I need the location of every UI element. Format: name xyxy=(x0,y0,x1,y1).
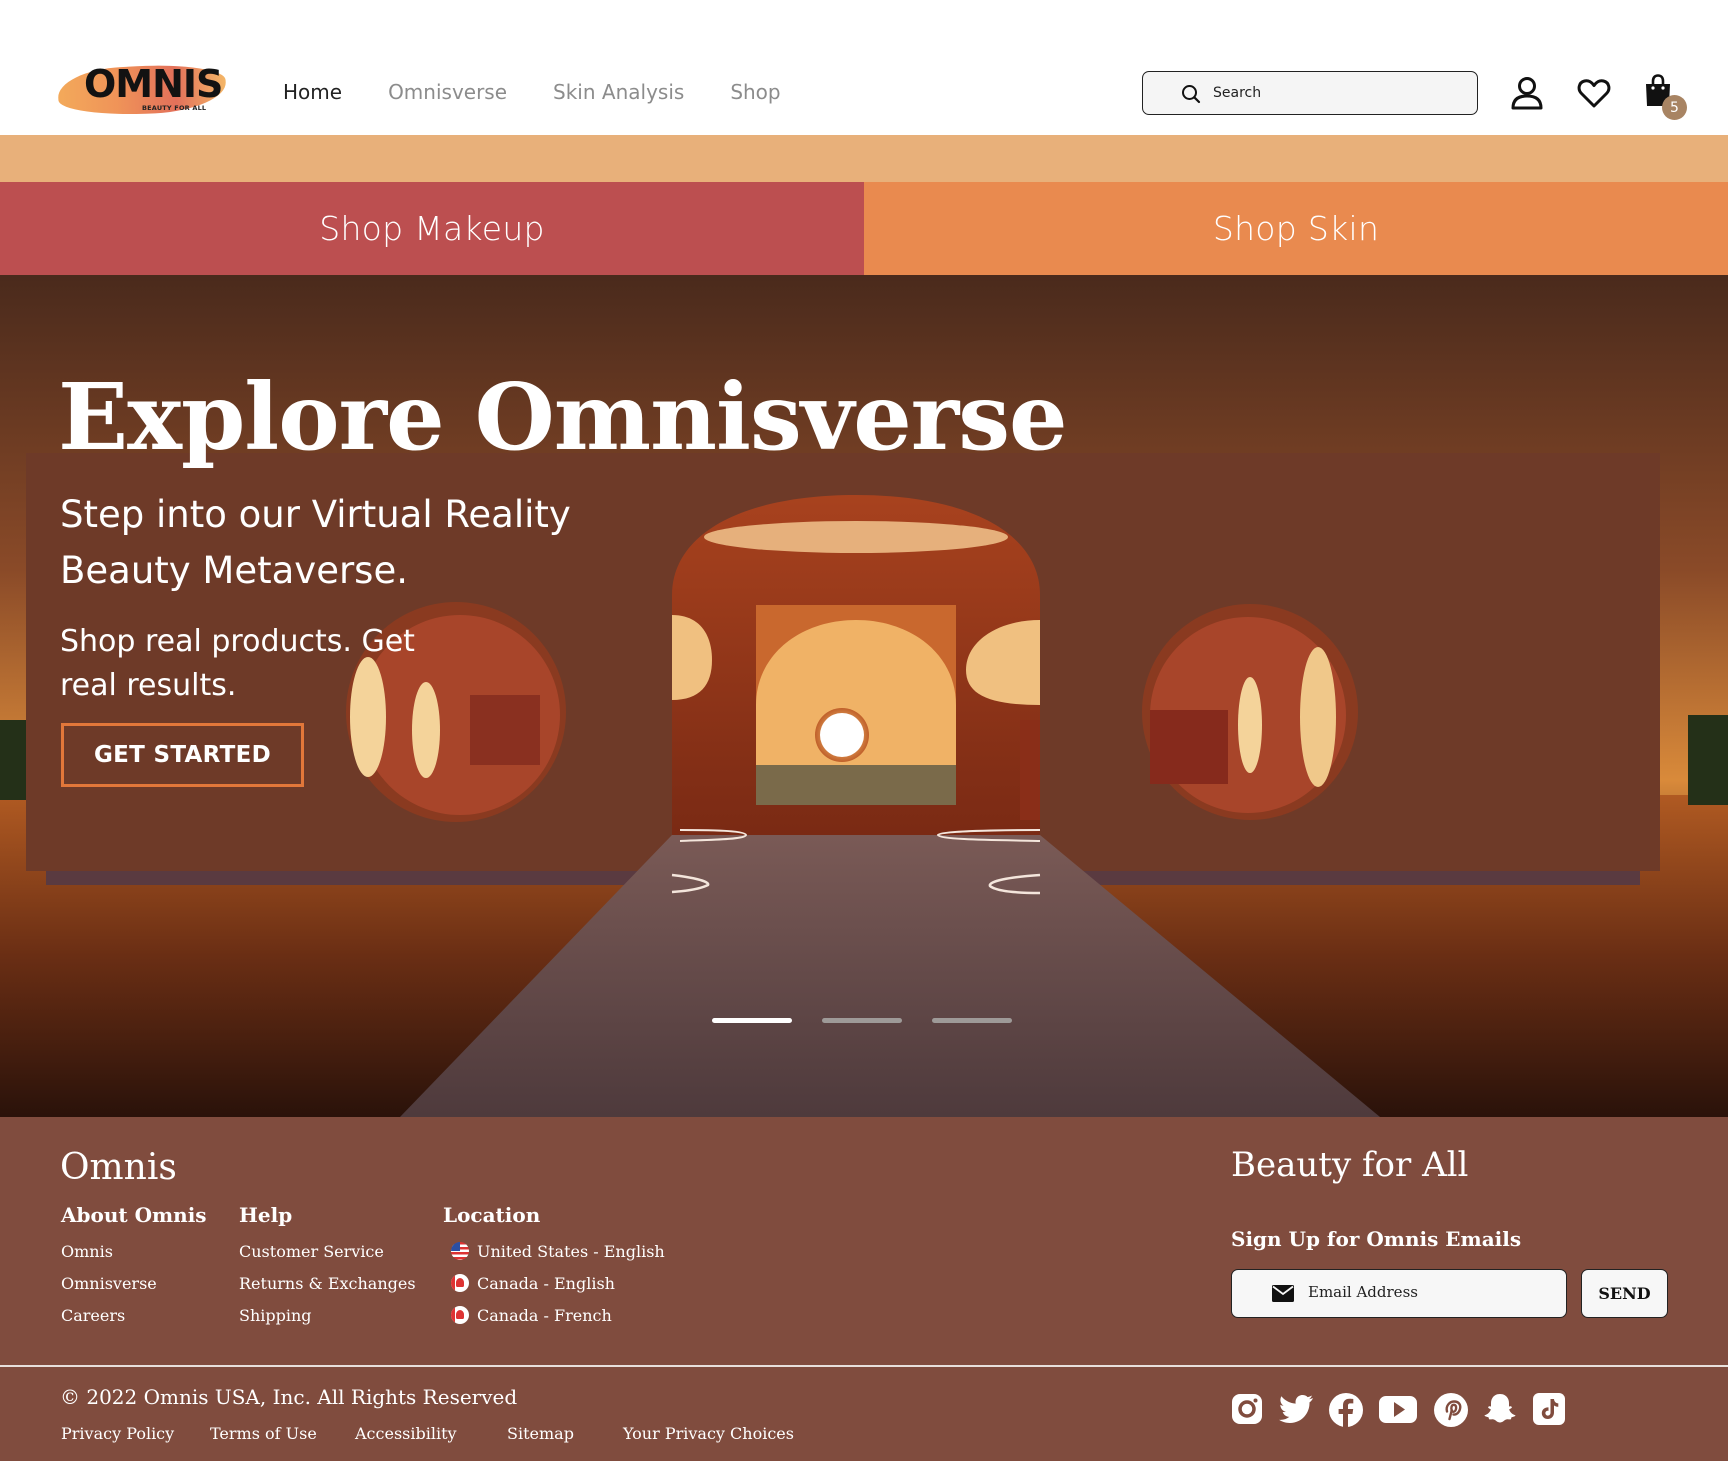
sitemap-link[interactable]: Sitemap xyxy=(507,1424,574,1443)
accessibility-link[interactable]: Accessibility xyxy=(355,1424,457,1443)
logo-wordmark: OMNIS xyxy=(84,62,223,106)
user-icon[interactable] xyxy=(1510,76,1544,110)
footer-brand: Omnis xyxy=(60,1147,177,1188)
footer-link-omnisverse[interactable]: Omnisverse xyxy=(61,1267,207,1299)
tiktok-icon[interactable] xyxy=(1532,1392,1566,1426)
nav-shop[interactable]: Shop xyxy=(730,80,780,104)
nav-omnisverse[interactable]: Omnisverse xyxy=(388,80,507,104)
locale-canada-french[interactable]: Canada - French xyxy=(443,1299,665,1331)
locale-us-english[interactable]: United States - English xyxy=(443,1235,665,1267)
email-signup-box[interactable] xyxy=(1231,1269,1567,1318)
carousel-indicators xyxy=(712,1018,1012,1023)
footer-link-returns[interactable]: Returns & Exchanges xyxy=(239,1267,416,1299)
snapchat-icon[interactable] xyxy=(1482,1392,1518,1426)
hero-subtitle: Step into our Virtual Reality Beauty Met… xyxy=(60,493,571,592)
hero-tagline: Shop real products. Get real results. xyxy=(60,624,415,703)
footer-link-careers[interactable]: Careers xyxy=(61,1299,207,1331)
omnis-logo[interactable]: OMNIS BEAUTY FOR ALL xyxy=(56,60,228,119)
shop-category-bar: Shop Makeup Shop Skin xyxy=(0,182,1728,275)
search-input[interactable] xyxy=(1213,85,1433,101)
search-box[interactable] xyxy=(1142,71,1478,115)
locale-canada-english[interactable]: Canada - English xyxy=(443,1267,665,1299)
carousel-dot-1[interactable] xyxy=(712,1018,792,1023)
copyright: © 2022 Omnis USA, Inc. All Rights Reserv… xyxy=(60,1385,517,1409)
locale-label: United States - English xyxy=(477,1241,665,1261)
logo-tagline: BEAUTY FOR ALL xyxy=(142,104,207,112)
footer-about-heading: About Omnis xyxy=(61,1203,207,1227)
instagram-icon[interactable] xyxy=(1230,1392,1264,1426)
privacy-policy-link[interactable]: Privacy Policy xyxy=(61,1424,174,1443)
copyright-text: 2022 Omnis USA, Inc. All Rights Reserved xyxy=(86,1385,518,1409)
hero-title: Explore Omnisverse xyxy=(58,363,1068,471)
footer-help-column: Help Customer Service Returns & Exchange… xyxy=(239,1203,416,1331)
envelope-icon xyxy=(1272,1285,1294,1302)
search-icon xyxy=(1182,85,1201,104)
hero-banner: Explore Omnisverse Step into our Virtual… xyxy=(0,275,1728,1117)
main-nav: Home Omnisverse Skin Analysis Shop xyxy=(283,80,781,104)
copyright-icon: © xyxy=(60,1385,80,1409)
promo-strip xyxy=(0,135,1728,182)
footer-help-heading: Help xyxy=(239,1203,293,1227)
email-input[interactable] xyxy=(1308,1283,1538,1301)
locale-label: Canada - French xyxy=(477,1305,612,1325)
footer-link-omnis[interactable]: Omnis xyxy=(61,1235,207,1267)
terms-of-use-link[interactable]: Terms of Use xyxy=(210,1424,317,1443)
footer-divider xyxy=(0,1365,1728,1367)
footer-about-column: About Omnis Omnis Omnisverse Careers xyxy=(61,1203,207,1331)
carousel-dot-3[interactable] xyxy=(932,1018,1012,1023)
heart-icon[interactable] xyxy=(1577,76,1611,110)
carousel-dot-2[interactable] xyxy=(822,1018,902,1023)
facebook-icon[interactable] xyxy=(1328,1392,1364,1428)
youtube-icon[interactable] xyxy=(1378,1392,1418,1426)
canada-flag-icon xyxy=(451,1274,469,1292)
footer-link-shipping[interactable]: Shipping xyxy=(239,1299,416,1331)
us-flag-icon xyxy=(451,1242,469,1260)
site-footer: Omnis About Omnis Omnis Omnisverse Caree… xyxy=(0,1117,1728,1461)
footer-link-customer-service[interactable]: Customer Service xyxy=(239,1235,416,1267)
site-header: OMNIS BEAUTY FOR ALL Home Omnisverse Ski… xyxy=(0,0,1728,135)
twitter-icon[interactable] xyxy=(1279,1392,1315,1426)
footer-tagline: Beauty for All xyxy=(1231,1145,1469,1185)
email-signup-heading: Sign Up for Omnis Emails xyxy=(1231,1227,1522,1251)
cart-count-badge: 5 xyxy=(1662,95,1687,120)
get-started-button[interactable]: GET STARTED xyxy=(61,723,304,787)
shop-skin-button[interactable]: Shop Skin xyxy=(864,182,1728,275)
locale-label: Canada - English xyxy=(477,1273,615,1293)
nav-home[interactable]: Home xyxy=(283,80,342,104)
pinterest-icon[interactable] xyxy=(1433,1392,1469,1428)
nav-skin-analysis[interactable]: Skin Analysis xyxy=(553,80,684,104)
shop-makeup-button[interactable]: Shop Makeup xyxy=(0,182,864,275)
privacy-choices-link[interactable]: Your Privacy Choices xyxy=(623,1424,794,1443)
footer-location-heading: Location xyxy=(443,1203,541,1227)
footer-location-column: Location United States - English Canada … xyxy=(443,1203,665,1331)
send-button[interactable]: SEND xyxy=(1581,1269,1668,1318)
canada-flag-icon xyxy=(451,1306,469,1324)
